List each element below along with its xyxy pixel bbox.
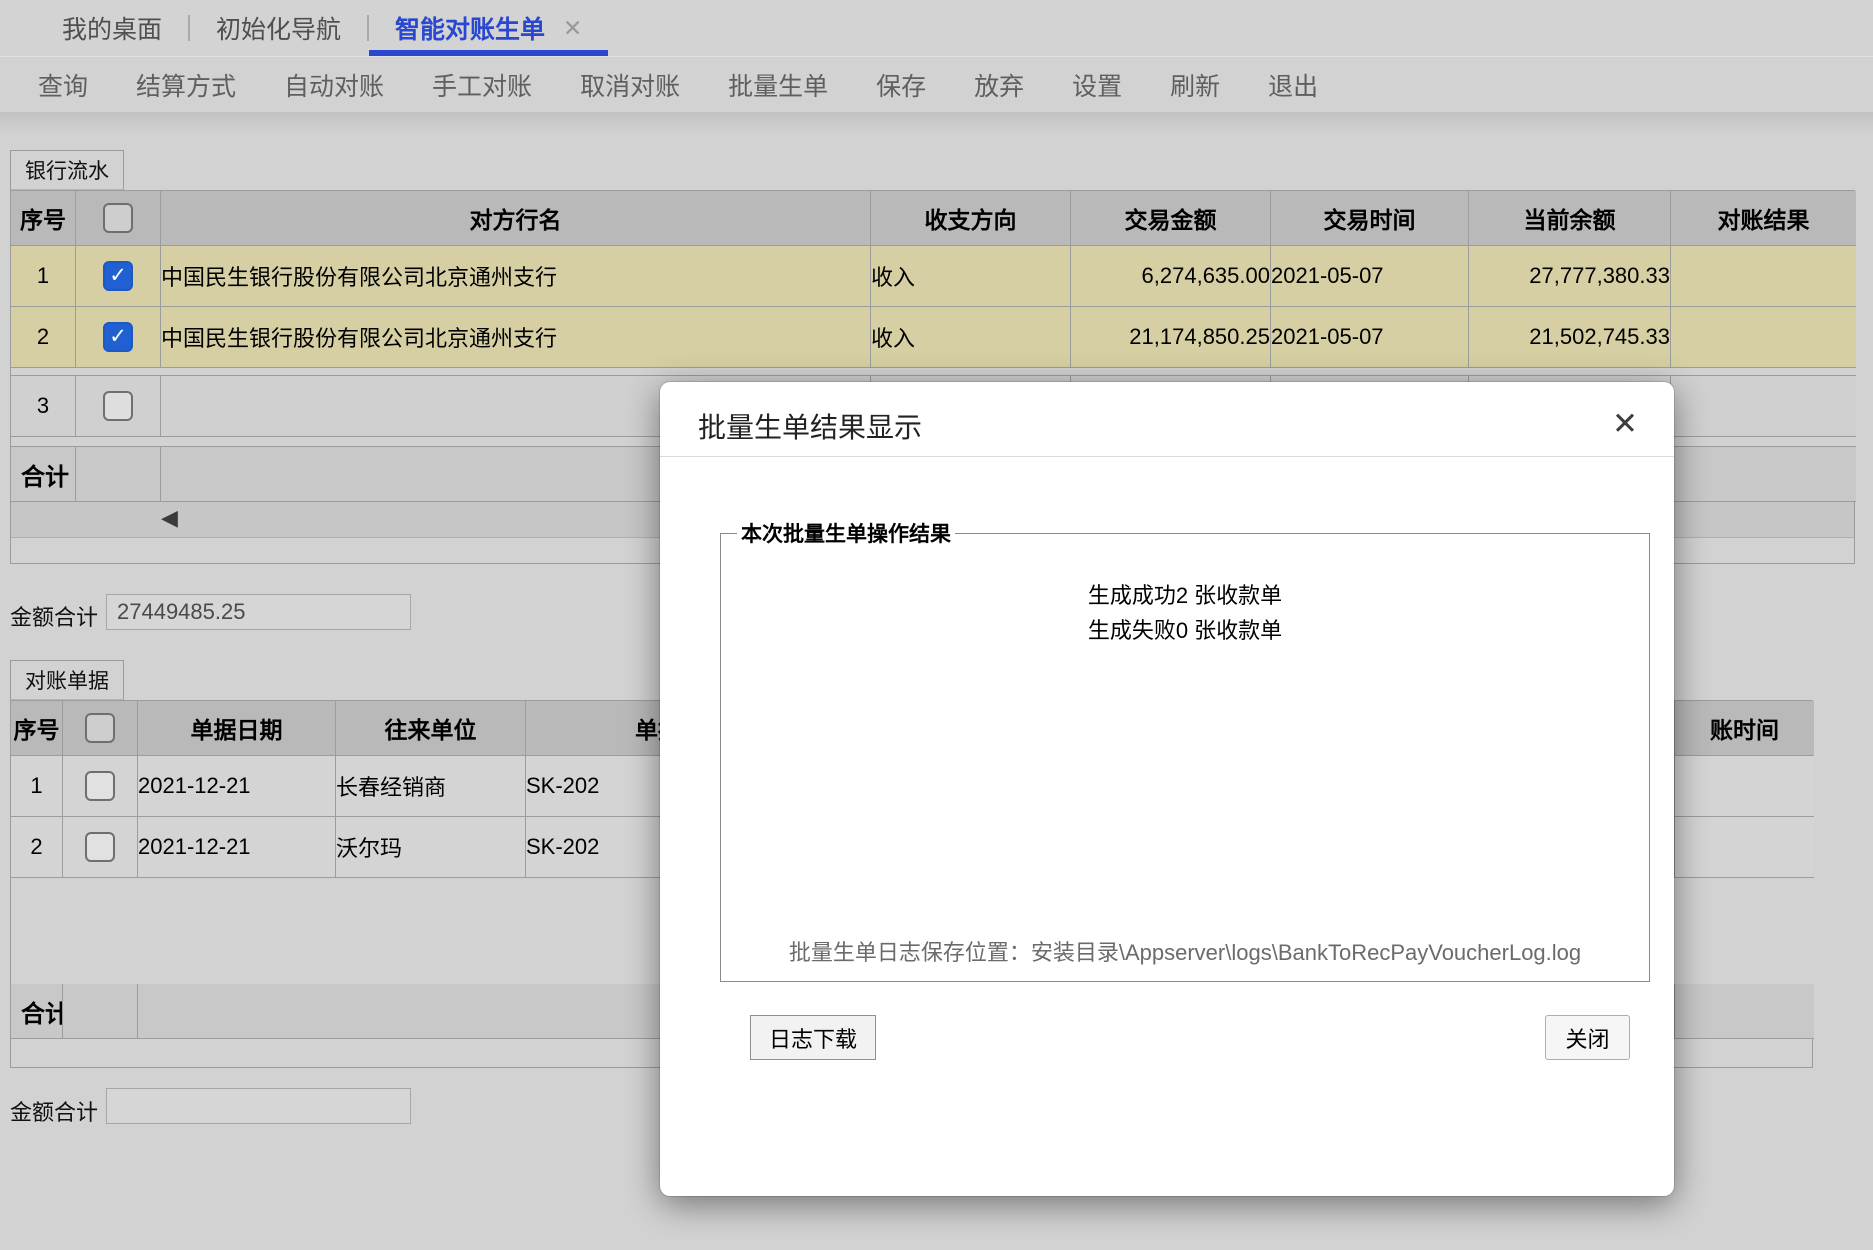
total-label: 合计 <box>11 447 76 502</box>
row-checkbox[interactable] <box>85 771 115 801</box>
recon-docs-tab[interactable]: 对账单据 <box>10 660 124 700</box>
cell-date: 2021-12-21 <box>138 817 336 878</box>
cell-balance: 27,777,380.33 <box>1469 246 1671 307</box>
dialog-close-icon[interactable]: ✕ <box>1612 406 1638 442</box>
result-success-line: 生成成功2 张收款单 <box>721 578 1649 613</box>
col-seq: 序号 <box>11 191 76 246</box>
cell-unit: 长春经销商 <box>336 756 526 817</box>
bank-flow-header-row: 序号 对方行名 收支方向 交易金额 交易时间 当前余额 对账结果 <box>11 191 1856 246</box>
result-failure-line: 生成失败0 张收款单 <box>721 613 1649 648</box>
cell-result <box>1671 376 1856 437</box>
recon-docs-amount-total-input[interactable] <box>106 1088 411 1124</box>
cell-direction: 收入 <box>871 307 1071 368</box>
bank-flow-amount-total-input[interactable]: 27449485.25 <box>106 594 411 630</box>
tab-my-desktop[interactable]: 我的桌面 <box>36 0 188 56</box>
cell-date: 2021-12-21 <box>138 756 336 817</box>
cell-bank: 中国民生银行股份有限公司北京通州支行 <box>161 246 871 307</box>
recon-docs-tab-label: 对账单据 <box>25 665 109 695</box>
cell-seq: 1 <box>11 246 76 307</box>
col-doc-date: 单据日期 <box>138 701 336 756</box>
toolbar-auto-reconcile-button[interactable]: 自动对账 <box>284 67 384 103</box>
bank-flow-row: 1 中国民生银行股份有限公司北京通州支行 收入 6,274,635.00 202… <box>11 246 1856 307</box>
col-time: 交易时间 <box>1271 191 1469 246</box>
log-path-text: 批量生单日志保存位置：安装目录\Appserver\logs\BankToRec… <box>721 935 1649 967</box>
bank-flow-tab[interactable]: 银行流水 <box>10 150 124 190</box>
result-groupbox-label: 本次批量生单操作结果 <box>737 518 955 548</box>
total-label: 合计 <box>11 984 63 1039</box>
batch-result-dialog: 批量生单结果显示 ✕ 本次批量生单操作结果 生成成功2 张收款单 生成失败0 张… <box>660 382 1674 1196</box>
col-result: 对账结果 <box>1671 191 1856 246</box>
app-window: 我的桌面 初始化导航 智能对账生单 ✕ 查询 结算方式 自动对账 手工对账 取消… <box>0 0 1873 1250</box>
recon-docs-amount-total-label: 金额合计 <box>10 1095 98 1127</box>
toolbar-cancel-reconcile-button[interactable]: 取消对账 <box>580 67 680 103</box>
result-groupbox: 本次批量生单操作结果 生成成功2 张收款单 生成失败0 张收款单 批量生单日志保… <box>720 518 1650 982</box>
col-counterparty-unit: 往来单位 <box>336 701 526 756</box>
cell-seq: 2 <box>11 307 76 368</box>
tab-close-icon[interactable]: ✕ <box>563 15 582 42</box>
cell-seq: 3 <box>11 376 76 437</box>
toolbar-query-button[interactable]: 查询 <box>38 67 88 103</box>
row-checkbox[interactable] <box>103 322 133 352</box>
log-download-button[interactable]: 日志下载 <box>750 1015 876 1060</box>
col-counterparty-bank: 对方行名 <box>161 191 871 246</box>
row-checkbox[interactable] <box>85 832 115 862</box>
cell-direction: 收入 <box>871 246 1071 307</box>
cell-result <box>1671 246 1856 307</box>
scroll-left-icon[interactable]: ◀ <box>161 505 178 531</box>
col-amount: 交易金额 <box>1071 191 1271 246</box>
toolbar-settings-button[interactable]: 设置 <box>1072 67 1122 103</box>
select-all-checkbox[interactable] <box>103 203 133 233</box>
bank-flow-tab-label: 银行流水 <box>25 155 109 185</box>
cell-time: 2021-05-07 <box>1271 246 1469 307</box>
toolbar-batch-generate-button[interactable]: 批量生单 <box>728 67 828 103</box>
cell-seq: 2 <box>11 817 63 878</box>
tab-label: 智能对账生单 <box>395 10 545 46</box>
cell-seq: 1 <box>11 756 63 817</box>
tab-smart-reconciliation[interactable]: 智能对账生单 ✕ <box>369 0 608 56</box>
toolbar-refresh-button[interactable]: 刷新 <box>1170 67 1220 103</box>
result-lines: 生成成功2 张收款单 生成失败0 张收款单 <box>721 578 1649 648</box>
row-checkbox[interactable] <box>103 391 133 421</box>
tab-init-navigation[interactable]: 初始化导航 <box>190 0 367 56</box>
toolbar-settlement-method-button[interactable]: 结算方式 <box>136 67 236 103</box>
row-gap <box>11 368 1856 376</box>
select-all-checkbox[interactable] <box>85 713 115 743</box>
toolbar-discard-button[interactable]: 放弃 <box>974 67 1024 103</box>
cell-bank: 中国民生银行股份有限公司北京通州支行 <box>161 307 871 368</box>
col-recon-time: 账时间 <box>1675 701 1814 756</box>
cell-amount: 6,274,635.00 <box>1071 246 1271 307</box>
cell-time: 2021-05-07 <box>1271 307 1469 368</box>
tab-label: 我的桌面 <box>62 10 162 46</box>
bank-flow-amount-total-label: 金额合计 <box>10 600 98 632</box>
tab-label: 初始化导航 <box>216 10 341 46</box>
col-balance: 当前余额 <box>1469 191 1671 246</box>
toolbar-save-button[interactable]: 保存 <box>876 67 926 103</box>
dialog-close-button[interactable]: 关闭 <box>1545 1015 1630 1060</box>
cell-result <box>1671 307 1856 368</box>
dialog-title: 批量生单结果显示 <box>698 406 922 446</box>
cell-balance: 21,502,745.33 <box>1469 307 1671 368</box>
col-select <box>76 191 161 246</box>
toolbar-exit-button[interactable]: 退出 <box>1268 67 1318 103</box>
top-tab-bar: 我的桌面 初始化导航 智能对账生单 ✕ <box>0 0 1873 56</box>
col-select <box>63 701 138 756</box>
dialog-divider <box>660 456 1674 457</box>
toolbar-manual-reconcile-button[interactable]: 手工对账 <box>432 67 532 103</box>
cell-unit: 沃尔玛 <box>336 817 526 878</box>
col-direction: 收支方向 <box>871 191 1071 246</box>
toolbar: 查询 结算方式 自动对账 手工对账 取消对账 批量生单 保存 放弃 设置 刷新 … <box>0 56 1873 112</box>
row-checkbox[interactable] <box>103 261 133 291</box>
cell-amount: 21,174,850.25 <box>1071 307 1271 368</box>
toolbar-shadow <box>0 112 1873 134</box>
col-seq: 序号 <box>11 701 63 756</box>
bank-flow-row: 2 中国民生银行股份有限公司北京通州支行 收入 21,174,850.25 20… <box>11 307 1856 368</box>
